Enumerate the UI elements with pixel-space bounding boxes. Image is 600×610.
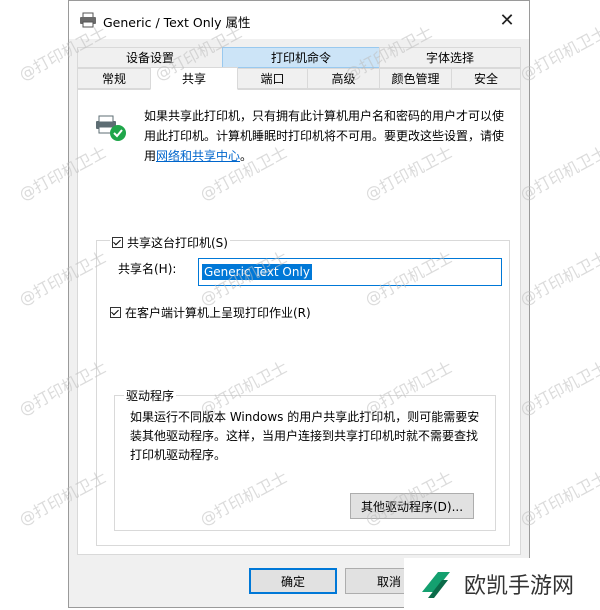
info-line-3: 用网络和共享中心。 — [144, 146, 514, 166]
driver-description: 如果运行不同版本 Windows 的用户共享此打印机，则可能需要安 装其他驱动程… — [130, 408, 500, 465]
tab-color-management[interactable]: 颜色管理 — [379, 68, 452, 89]
share-name-input[interactable]: Generic Text Only — [198, 258, 502, 286]
brand-logo-icon — [422, 572, 450, 598]
driver-line-1: 如果运行不同版本 Windows 的用户共享此打印机，则可能需要安 — [130, 410, 480, 424]
window-title: Generic / Text Only 属性 — [103, 15, 251, 30]
tab-advanced[interactable]: 高级 — [307, 68, 380, 89]
driver-line-2: 装其他驱动程序。这样，当用户连接到共享打印机时就不需要查找 — [130, 429, 479, 443]
info-line-1: 如果共享此打印机，只有拥有此计算机用户名和密码的用户才可以使 — [144, 109, 505, 123]
share-printer-checkbox-label: 共享这台打印机(S) — [127, 236, 228, 250]
tab-font-selection[interactable]: 字体选择 — [379, 47, 521, 68]
share-name-label: 共享名(H): — [118, 262, 177, 276]
tab-general[interactable]: 常规 — [77, 68, 151, 89]
info-line-2: 用此打印机。计算机睡眠时打印机将不可用。要更改这些设置，请使 — [144, 129, 505, 143]
brand-badge: 欧凯手游网 — [404, 558, 600, 610]
tab-sharing[interactable]: 共享 — [150, 67, 238, 90]
render-jobs-checkbox-row[interactable]: 在客户端计算机上呈现打印作业(R) — [110, 304, 311, 321]
share-printer-checkbox[interactable] — [112, 237, 123, 248]
network-sharing-center-link[interactable]: 网络和共享中心 — [156, 149, 240, 163]
brand-name: 欧凯手游网 — [464, 574, 575, 599]
render-jobs-checkbox[interactable] — [110, 307, 121, 318]
close-button[interactable]: ✕ — [485, 1, 529, 39]
sharing-info-text: 如果共享此打印机，只有拥有此计算机用户名和密码的用户才可以使 用此打印机。计算机… — [144, 106, 514, 166]
tab-device-settings[interactable]: 设备设置 — [77, 47, 223, 68]
additional-drivers-button[interactable]: 其他驱动程序(D)... — [350, 493, 474, 519]
share-name-value: Generic Text Only — [202, 264, 312, 280]
tab-security[interactable]: 安全 — [451, 68, 521, 89]
printer-properties-dialog: Generic / Text Only 属性 ✕ 设备设置 打印机命令 字体选择… — [68, 0, 530, 608]
sharing-panel: 如果共享此打印机，只有拥有此计算机用户名和密码的用户才可以使 用此打印机。计算机… — [77, 89, 521, 555]
info-line-3-prefix: 用 — [144, 149, 157, 163]
title-bar: Generic / Text Only 属性 ✕ — [69, 1, 529, 39]
render-jobs-checkbox-label: 在客户端计算机上呈现打印作业(R) — [125, 306, 311, 320]
driver-group-legend: 驱动程序 — [124, 387, 177, 404]
info-line-3-suffix: 。 — [240, 149, 253, 163]
ok-button[interactable]: 确定 — [249, 568, 337, 594]
tab-ports[interactable]: 端口 — [237, 68, 308, 89]
tab-printer-commands[interactable]: 打印机命令 — [222, 47, 380, 68]
shared-printer-icon — [96, 115, 126, 141]
driver-line-3: 打印机驱动程序。 — [130, 448, 227, 462]
share-printer-checkbox-row[interactable]: 共享这台打印机(S) — [110, 234, 230, 251]
printer-icon — [80, 12, 96, 28]
